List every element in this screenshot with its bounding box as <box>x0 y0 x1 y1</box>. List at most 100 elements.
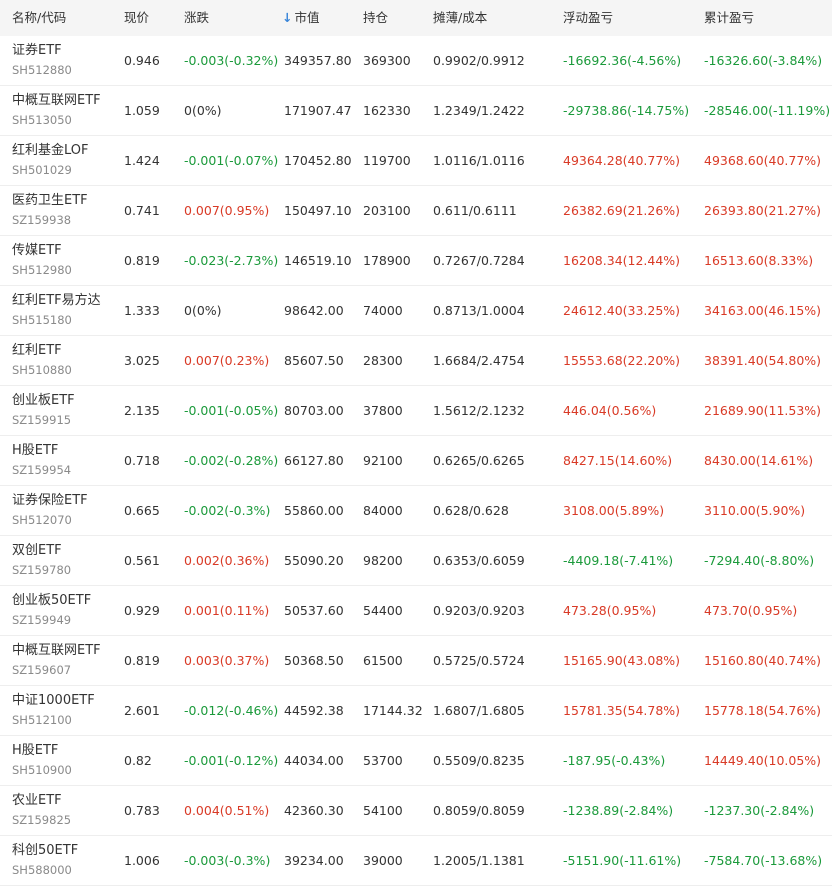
holding-value: 162330 <box>363 103 411 118</box>
fund-name[interactable]: 农业ETF <box>12 791 71 811</box>
fund-code: SH512880 <box>12 63 72 77</box>
row-name-code[interactable]: 红利基金LOF SH501029 <box>12 141 89 179</box>
table-row[interactable]: 传媒ETF SH512980 0.819 -0.023(-2.73%) 146519.1… <box>0 236 832 286</box>
fund-name[interactable]: 医药卫生ETF <box>12 191 88 211</box>
row-name-code[interactable]: 证券ETF SH512880 <box>12 41 72 79</box>
floating-pl-value: -16692.36(-4.56%) <box>563 53 682 68</box>
price-value: 1.006 <box>124 853 160 868</box>
fund-name[interactable]: H股ETF <box>12 741 72 761</box>
price-value: 0.741 <box>124 203 160 218</box>
column-header-name-code[interactable]: 名称/代码 <box>12 0 66 36</box>
total-pl-value: 8430.00(14.61%) <box>704 453 814 468</box>
fund-name[interactable]: H股ETF <box>12 441 71 461</box>
fund-name[interactable]: 中概互联网ETF <box>12 641 101 661</box>
fund-name[interactable]: 红利基金LOF <box>12 141 89 161</box>
fund-name[interactable]: 科创50ETF <box>12 841 78 861</box>
price-value: 0.819 <box>124 653 160 668</box>
table-row[interactable]: 证券保险ETF SH512070 0.665 -0.002(-0.3%) 55860.0… <box>0 486 832 536</box>
row-name-code[interactable]: 中概互联网ETF SZ159607 <box>12 641 101 679</box>
market-value: 39234.00 <box>284 853 344 868</box>
total-pl-value: 16513.60(8.33%) <box>704 253 814 268</box>
table-row[interactable]: 证券ETF SH512880 0.946 -0.003(-0.32%) 349357.8… <box>0 36 832 86</box>
row-name-code[interactable]: 红利ETF SH510880 <box>12 341 72 379</box>
column-header-market-value[interactable]: ↓ 市值 <box>282 0 320 36</box>
fund-name[interactable]: 红利ETF <box>12 341 72 361</box>
change-value: -0.002(-0.28%) <box>184 453 279 468</box>
row-name-code[interactable]: 双创ETF SZ159780 <box>12 541 71 579</box>
column-header-floating-pl[interactable]: 浮动盈亏 <box>563 0 613 36</box>
row-name-code[interactable]: 创业板ETF SZ159915 <box>12 391 75 429</box>
row-name-code[interactable]: 证券保险ETF SH512070 <box>12 491 88 529</box>
table-row[interactable]: 红利基金LOF SH501029 1.424 -0.001(-0.07%) 170452… <box>0 136 832 186</box>
cost-value: 1.5612/2.1232 <box>433 403 525 418</box>
change-value: -0.001(-0.05%) <box>184 403 279 418</box>
fund-name[interactable]: 红利ETF易方达 <box>12 291 101 311</box>
row-name-code[interactable]: 中概互联网ETF SH513050 <box>12 91 101 129</box>
floating-pl-value: -187.95(-0.43%) <box>563 753 666 768</box>
total-pl-value: 21689.90(11.53%) <box>704 403 822 418</box>
table-row[interactable]: 双创ETF SZ159780 0.561 0.002(0.36%) 55090.20 98… <box>0 536 832 586</box>
row-name-code[interactable]: 创业板50ETF SZ159949 <box>12 591 91 629</box>
table-row[interactable]: 红利ETF SH510880 3.025 0.007(0.23%) 85607.50 28… <box>0 336 832 386</box>
total-pl-value: 14449.40(10.05%) <box>704 753 822 768</box>
table-row[interactable]: 农业ETF SZ159825 0.783 0.004(0.51%) 42360.30 54… <box>0 786 832 836</box>
row-name-code[interactable]: H股ETF SH510900 <box>12 741 72 779</box>
fund-code: SZ159949 <box>12 613 72 627</box>
floating-pl-value: -5151.90(-11.61%) <box>563 853 682 868</box>
fund-name[interactable]: 创业板50ETF <box>12 591 91 611</box>
holding-value: 37800 <box>363 403 403 418</box>
price-value: 2.601 <box>124 703 160 718</box>
table-row[interactable]: 红利ETF易方达 SH515180 1.333 0(0%) 98642.00 74000 0… <box>0 286 832 336</box>
holding-value: 28300 <box>363 353 403 368</box>
change-value: -0.001(-0.12%) <box>184 753 279 768</box>
table-row[interactable]: H股ETF SZ159954 0.718 -0.002(-0.28%) 66127.80… <box>0 436 832 486</box>
table-row[interactable]: 创业板50ETF SZ159949 0.929 0.001(0.11%) 50537.6… <box>0 586 832 636</box>
column-header-cost[interactable]: 摊薄/成本 <box>433 0 487 36</box>
holding-value: 98200 <box>363 553 403 568</box>
cost-value: 1.6807/1.6805 <box>433 703 525 718</box>
floating-pl-value: -4409.18(-7.41%) <box>563 553 674 568</box>
total-pl-value: 38391.40(54.80%) <box>704 353 822 368</box>
change-value: -0.003(-0.32%) <box>184 53 279 68</box>
market-value: 146519.10 <box>284 253 352 268</box>
cost-value: 1.2005/1.1381 <box>433 853 525 868</box>
fund-name[interactable]: 传媒ETF <box>12 241 72 261</box>
row-name-code[interactable]: 农业ETF SZ159825 <box>12 791 71 829</box>
fund-name[interactable]: 创业板ETF <box>12 391 75 411</box>
change-value: 0.004(0.51%) <box>184 803 270 818</box>
fund-name[interactable]: 证券ETF <box>12 41 72 61</box>
table-row[interactable]: 中概互联网ETF SH513050 1.059 0(0%) 171907.47 16233… <box>0 86 832 136</box>
fund-code: SH513050 <box>12 113 72 127</box>
column-header-change[interactable]: 涨跌 <box>184 0 209 36</box>
market-value: 170452.80 <box>284 153 352 168</box>
row-name-code[interactable]: H股ETF SZ159954 <box>12 441 71 479</box>
price-value: 0.929 <box>124 603 160 618</box>
column-header-holding[interactable]: 持仓 <box>363 0 388 36</box>
fund-code: SH501029 <box>12 163 72 177</box>
table-row[interactable]: H股ETF SH510900 0.82 -0.001(-0.12%) 44034.00 5… <box>0 736 832 786</box>
fund-code: SZ159825 <box>12 813 72 827</box>
fund-name[interactable]: 证券保险ETF <box>12 491 88 511</box>
row-name-code[interactable]: 医药卫生ETF SZ159938 <box>12 191 88 229</box>
price-value: 0.783 <box>124 803 160 818</box>
fund-name[interactable]: 双创ETF <box>12 541 71 561</box>
cost-value: 0.6265/0.6265 <box>433 453 525 468</box>
table-row[interactable]: 创业板ETF SZ159915 2.135 -0.001(-0.05%) 80703.0… <box>0 386 832 436</box>
row-name-code[interactable]: 科创50ETF SH588000 <box>12 841 78 879</box>
row-name-code[interactable]: 中证1000ETF SH512100 <box>12 691 95 729</box>
floating-pl-value: 49364.28(40.77%) <box>563 153 681 168</box>
table-row[interactable]: 科创50ETF SH588000 1.006 -0.003(-0.3%) 39234.0… <box>0 836 832 886</box>
column-header-price[interactable]: 现价 <box>124 0 149 36</box>
row-name-code[interactable]: 传媒ETF SH512980 <box>12 241 72 279</box>
table-row[interactable]: 中概互联网ETF SZ159607 0.819 0.003(0.37%) 50368.5… <box>0 636 832 686</box>
market-value: 50537.60 <box>284 603 344 618</box>
table-row[interactable]: 医药卫生ETF SZ159938 0.741 0.007(0.95%) 150497.1… <box>0 186 832 236</box>
fund-code: SZ159938 <box>12 213 72 227</box>
fund-name[interactable]: 中证1000ETF <box>12 691 95 711</box>
table-row[interactable]: 中证1000ETF SH512100 2.601 -0.012(-0.46%) 4459… <box>0 686 832 736</box>
market-value: 171907.47 <box>284 103 352 118</box>
row-name-code[interactable]: 红利ETF易方达 SH515180 <box>12 291 101 329</box>
column-header-total-pl[interactable]: 累计盈亏 <box>704 0 754 36</box>
fund-name[interactable]: 中概互联网ETF <box>12 91 101 111</box>
holding-value: 39000 <box>363 853 403 868</box>
